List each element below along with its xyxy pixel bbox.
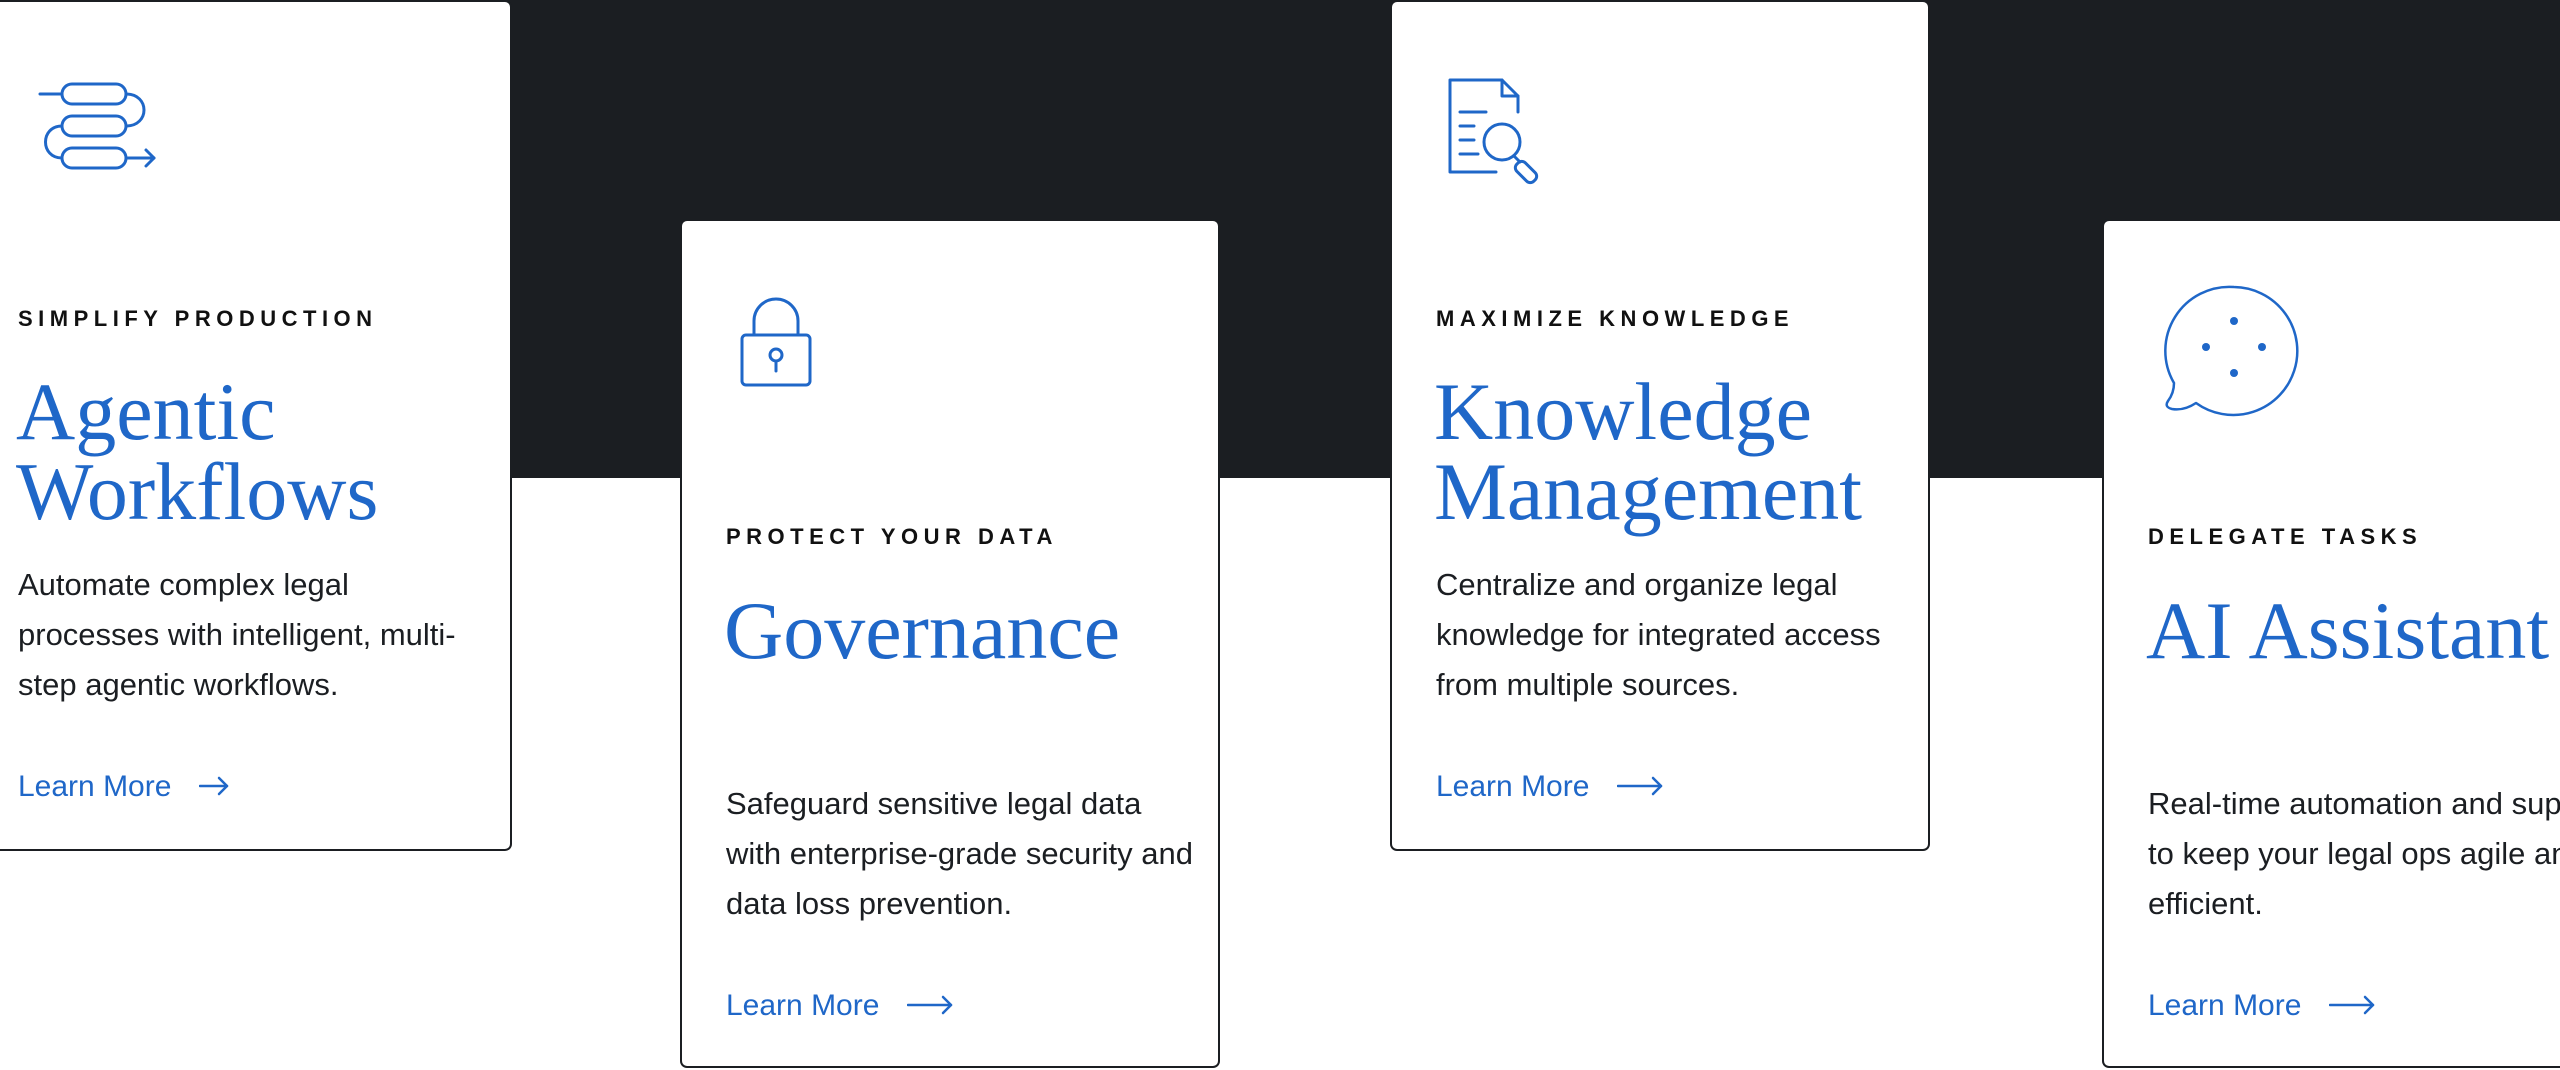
learn-more-label: Learn More [726,989,880,1022]
learn-more-link[interactable]: Learn More [726,989,953,1023]
card-title-line1: AI Assistant [2146,585,2550,676]
card-eyebrow: PROTECT YOUR DATA [726,524,1058,549]
arrow-right-icon [1617,770,1663,804]
card-eyebrow: MAXIMIZE KNOWLEDGE [1436,306,1795,331]
arrow-right-icon [199,770,229,804]
learn-more-link[interactable]: Learn More [2148,989,2375,1023]
card-title-line2: Management [1434,446,1863,537]
feature-cards-section: SIMPLIFY PRODUCTION Agentic Workflows Au… [0,0,2560,1070]
card-title-line1: Agentic [16,366,276,457]
card-title-line2: Workflows [16,446,379,537]
card-description: Safeguard sensitive legal data with ente… [726,786,1193,921]
card-description: Automate complex legal processes with in… [18,567,456,702]
card-agentic-workflows: SIMPLIFY PRODUCTION Agentic Workflows Au… [0,0,512,851]
learn-more-link[interactable]: Learn More [18,770,229,804]
card-title-line1: Knowledge [1434,366,1813,457]
arrow-right-icon [2329,989,2375,1023]
chat-bubble-icon [2164,281,2304,426]
learn-more-label: Learn More [18,770,172,803]
learn-more-link[interactable]: Learn More [1436,770,1663,804]
card-description: Centralize and organize legal knowledge … [1436,567,1881,702]
card-governance: PROTECT YOUR DATA Governance Safeguard s… [680,219,1220,1068]
card-eyebrow: SIMPLIFY PRODUCTION [18,306,378,331]
card-knowledge-management: MAXIMIZE KNOWLEDGE Knowledge Management … [1390,0,1930,851]
learn-more-label: Learn More [1436,770,1590,803]
card-description: Real-time automation and support to keep… [2148,786,2560,921]
card-ai-assistant: DELEGATE TASKS AI Assistant Real-time au… [2102,219,2560,1068]
card-title-line1: Governance [724,585,1121,676]
learn-more-label: Learn More [2148,989,2302,1022]
card-eyebrow: DELEGATE TASKS [2148,524,2423,549]
arrow-right-icon [907,989,953,1023]
document-search-icon [1444,76,1554,193]
lock-icon [738,293,814,394]
workflow-icon [38,78,166,187]
